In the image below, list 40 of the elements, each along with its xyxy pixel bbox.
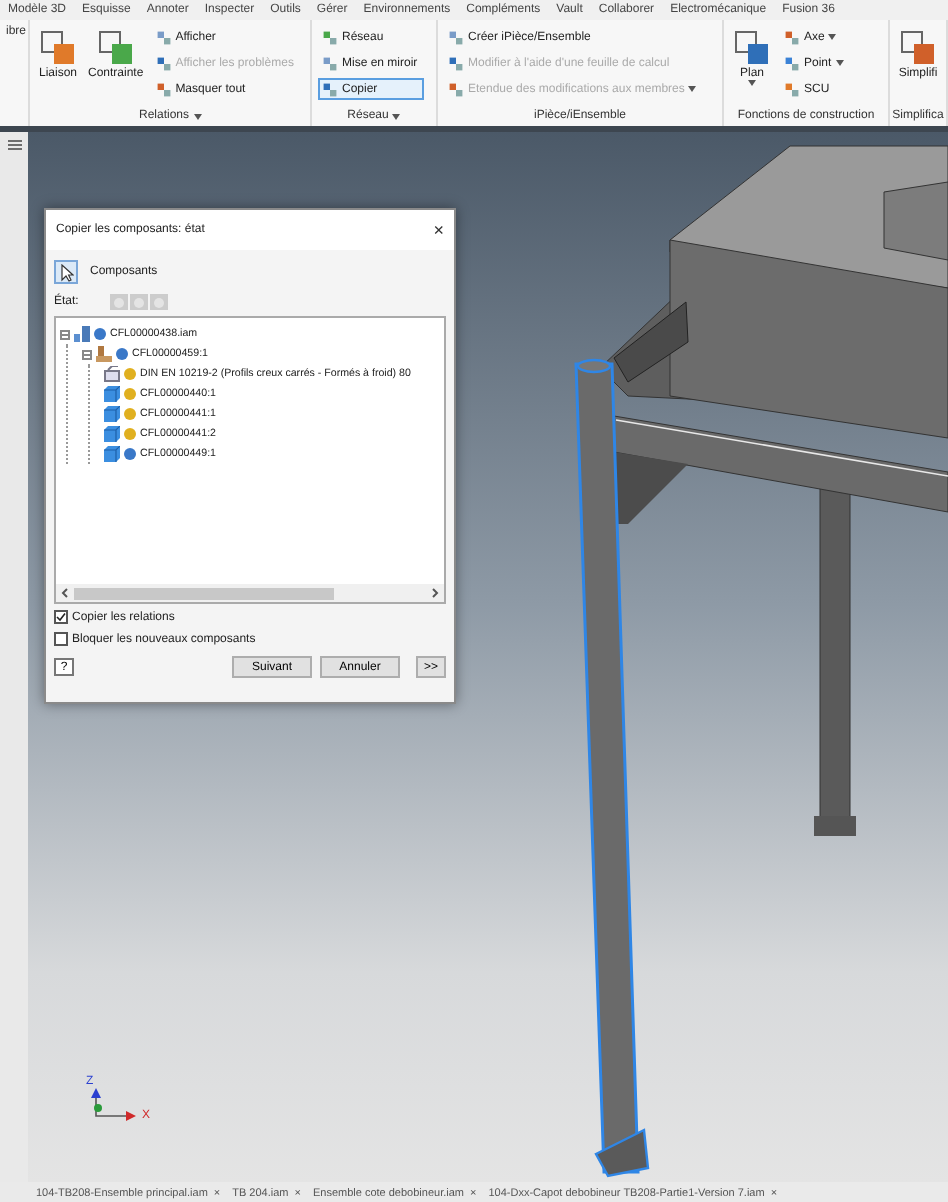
tool-icon bbox=[784, 55, 800, 71]
tool-icon bbox=[95, 28, 136, 68]
caret-icon bbox=[828, 34, 837, 40]
tool-icon bbox=[38, 28, 78, 68]
part-icon bbox=[104, 426, 120, 442]
tool-icon bbox=[898, 28, 938, 68]
scroll-right-icon[interactable] bbox=[430, 588, 440, 598]
tool-icon bbox=[155, 29, 172, 45]
assembly-icon bbox=[96, 346, 112, 362]
tool-icon bbox=[784, 29, 800, 45]
caret-icon bbox=[688, 86, 697, 92]
select-button[interactable] bbox=[54, 260, 78, 284]
tool-icon bbox=[155, 81, 172, 97]
scroll-left-icon[interactable] bbox=[60, 588, 70, 598]
tool-icon bbox=[448, 55, 464, 71]
tool-icon bbox=[322, 29, 338, 45]
caret-icon[interactable] bbox=[193, 113, 201, 119]
tool-icon bbox=[322, 55, 338, 71]
tool-icon bbox=[448, 29, 464, 45]
caret-icon[interactable] bbox=[392, 113, 401, 119]
caret-icon bbox=[835, 60, 844, 66]
tool-icon bbox=[322, 81, 338, 97]
checkbox[interactable] bbox=[54, 610, 68, 624]
tool-icon bbox=[732, 28, 772, 68]
tool-icon bbox=[448, 81, 464, 97]
tool-icon bbox=[784, 81, 800, 97]
close-button[interactable]: × bbox=[433, 220, 444, 240]
checkbox[interactable] bbox=[54, 632, 68, 646]
caret-icon bbox=[748, 80, 756, 86]
part-icon bbox=[104, 406, 120, 422]
axis-triad-icon bbox=[90, 1088, 138, 1124]
expand-toggle[interactable] bbox=[60, 329, 70, 339]
menu-icon[interactable] bbox=[7, 140, 21, 150]
expand-toggle[interactable] bbox=[82, 349, 92, 359]
tool-icon bbox=[155, 55, 172, 71]
scrollbar[interactable] bbox=[56, 584, 444, 602]
part-icon bbox=[104, 386, 120, 402]
assembly-icon bbox=[74, 326, 90, 342]
frame-icon bbox=[104, 366, 120, 382]
part-icon bbox=[104, 446, 120, 462]
